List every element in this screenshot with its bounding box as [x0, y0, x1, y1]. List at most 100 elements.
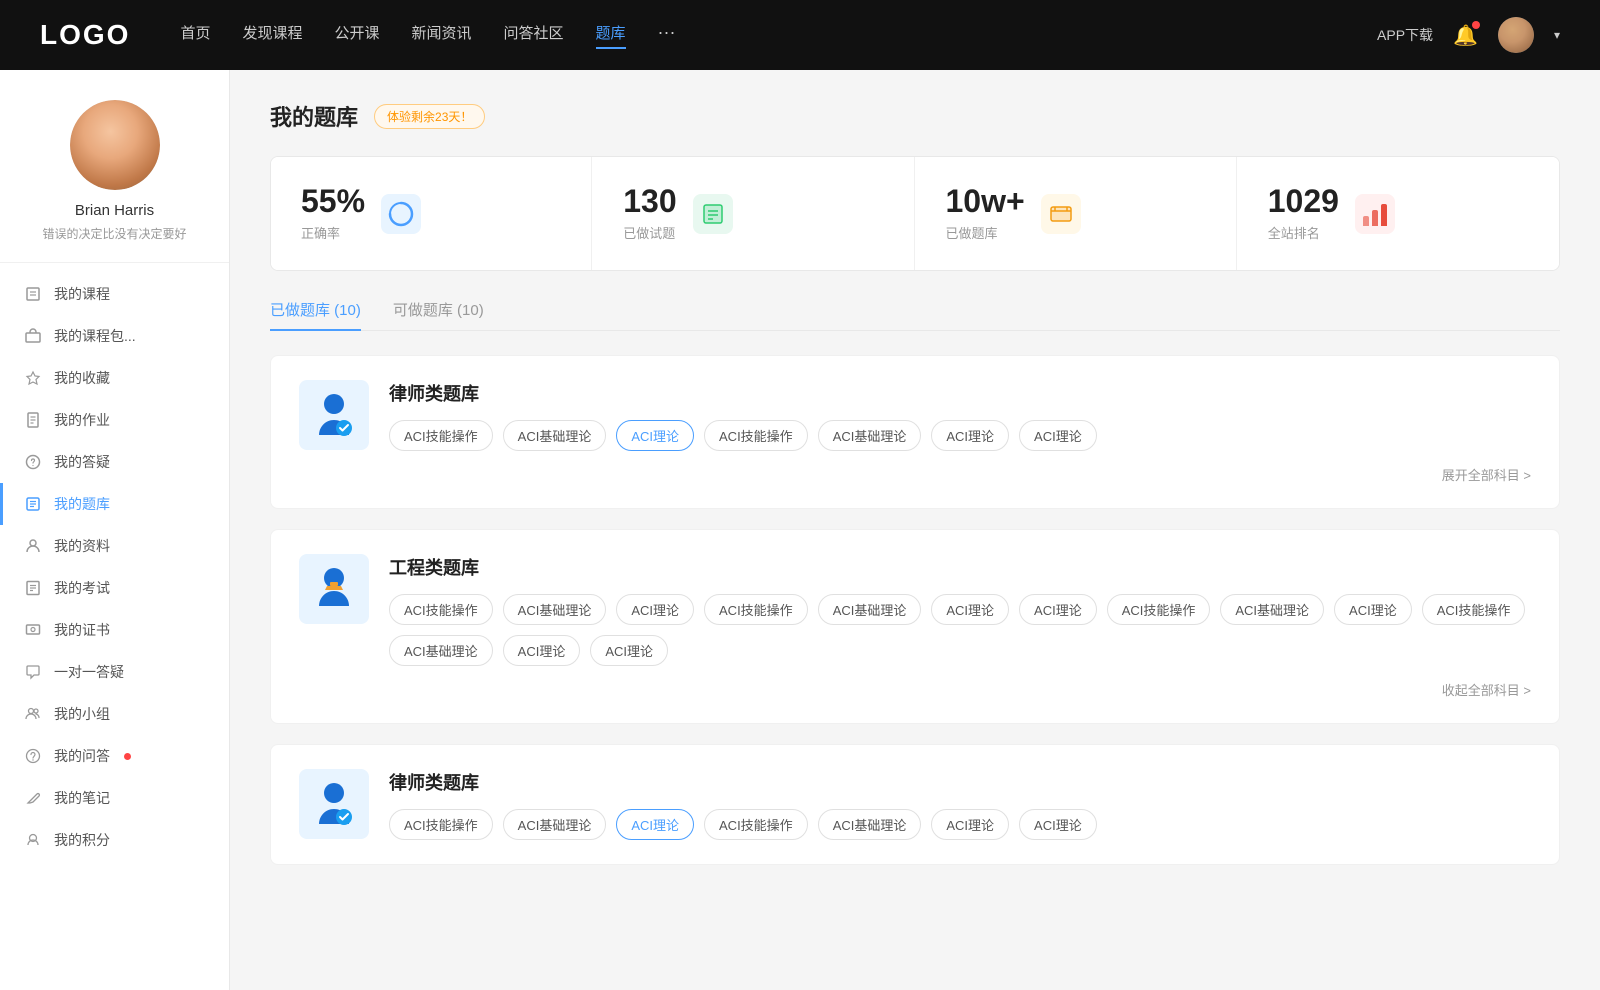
stat-label: 正确率 [301, 223, 365, 242]
nav-more[interactable]: ··· [658, 22, 676, 49]
tag-item[interactable]: ACI基础理论 [818, 809, 922, 840]
stat-number: 1029 [1268, 185, 1339, 217]
sidebar-item-course-package[interactable]: 我的课程包... [0, 315, 229, 357]
tag-item[interactable]: ACI技能操作 [1422, 594, 1526, 625]
qbank-icon-lawyer [299, 380, 369, 450]
sidebar: Brian Harris 错误的决定比没有决定要好 我的课程 [0, 70, 230, 990]
tab-done[interactable]: 已做题库 (10) [270, 299, 361, 330]
tag-item[interactable]: ACI基础理论 [389, 635, 493, 666]
qbank-card-lawyer-2: 律师类题库 ACI技能操作 ACI基础理论 ACI理论 ACI技能操作 ACI基… [270, 744, 1560, 865]
sidebar-label: 我的小组 [54, 704, 110, 724]
tag-item[interactable]: ACI技能操作 [704, 420, 808, 451]
tag-item[interactable]: ACI理论 [931, 809, 1009, 840]
tag-item[interactable]: ACI理论 [1019, 594, 1097, 625]
qbank-icon-engineer [299, 554, 369, 624]
sidebar-name: Brian Harris [20, 202, 209, 219]
app-download[interactable]: APP下载 [1377, 25, 1433, 45]
qbank-header: 律师类题库 ACI技能操作 ACI基础理论 ACI理论 ACI技能操作 ACI基… [299, 380, 1531, 484]
qbank-tags: ACI技能操作 ACI基础理论 ACI理论 ACI技能操作 ACI基础理论 AC… [389, 420, 1531, 451]
sidebar-item-favorites[interactable]: 我的收藏 [0, 357, 229, 399]
tag-item[interactable]: ACI理论 [590, 635, 668, 666]
exam-icon [24, 579, 42, 597]
sidebar-profile: Brian Harris 错误的决定比没有决定要好 [0, 100, 229, 263]
package-icon [24, 327, 42, 345]
qbank-tags: ACI技能操作 ACI基础理论 ACI理论 ACI技能操作 ACI基础理论 AC… [389, 594, 1531, 666]
nav-open-course[interactable]: 公开课 [334, 22, 379, 49]
notification-bell[interactable]: 🔔 [1453, 23, 1478, 48]
qbank-card-lawyer-1: 律师类题库 ACI技能操作 ACI基础理论 ACI理论 ACI技能操作 ACI基… [270, 355, 1560, 509]
qbank-info: 工程类题库 ACI技能操作 ACI基础理论 ACI理论 ACI技能操作 ACI基… [389, 554, 1531, 699]
myqa-icon [24, 747, 42, 765]
tag-item[interactable]: ACI基础理论 [1220, 594, 1324, 625]
sidebar-label: 我的考试 [54, 578, 110, 598]
tag-item[interactable]: ACI技能操作 [704, 809, 808, 840]
sidebar-item-profile[interactable]: 我的资料 [0, 525, 229, 567]
tag-item-active[interactable]: ACI理论 [616, 420, 694, 451]
sidebar-item-certificate[interactable]: 我的证书 [0, 609, 229, 651]
tag-item[interactable]: ACI技能操作 [704, 594, 808, 625]
nav-qbank[interactable]: 题库 [596, 22, 626, 49]
stat-number: 10w+ [946, 185, 1025, 217]
qbank-header: 律师类题库 ACI技能操作 ACI基础理论 ACI理论 ACI技能操作 ACI基… [299, 769, 1531, 840]
stat-label: 已做题库 [946, 223, 1025, 242]
tag-item[interactable]: ACI技能操作 [389, 594, 493, 625]
qbank-title: 律师类题库 [389, 769, 1531, 795]
stat-ranking: 1029 全站排名 [1238, 157, 1559, 270]
sidebar-item-myqa[interactable]: 我的问答 [0, 735, 229, 777]
profile-caret[interactable]: ▾ [1554, 28, 1560, 42]
tag-item[interactable]: ACI基础理论 [503, 420, 607, 451]
sidebar-item-qa[interactable]: 我的答疑 [0, 441, 229, 483]
sidebar-label: 我的题库 [54, 494, 110, 514]
unread-dot [124, 753, 131, 760]
sidebar-item-notes[interactable]: 我的笔记 [0, 777, 229, 819]
tabs: 已做题库 (10) 可做题库 (10) [270, 299, 1560, 331]
sidebar-item-exam[interactable]: 我的考试 [0, 567, 229, 609]
tab-todo[interactable]: 可做题库 (10) [393, 299, 484, 330]
profile-icon [24, 537, 42, 555]
qbank-header: 工程类题库 ACI技能操作 ACI基础理论 ACI理论 ACI技能操作 ACI基… [299, 554, 1531, 699]
expand-button[interactable]: 展开全部科目 > [389, 465, 1531, 484]
qbank-info: 律师类题库 ACI技能操作 ACI基础理论 ACI理论 ACI技能操作 ACI基… [389, 380, 1531, 484]
sidebar-label: 我的收藏 [54, 368, 110, 388]
tag-item[interactable]: ACI技能操作 [389, 809, 493, 840]
tag-item[interactable]: ACI理论 [931, 420, 1009, 451]
stat-text: 55% 正确率 [301, 185, 365, 242]
sidebar-item-homework[interactable]: 我的作业 [0, 399, 229, 441]
tag-item[interactable]: ACI基础理论 [818, 594, 922, 625]
accuracy-icon [381, 194, 421, 234]
nav-qa[interactable]: 问答社区 [504, 22, 564, 49]
tag-item[interactable]: ACI理论 [931, 594, 1009, 625]
nav-home[interactable]: 首页 [180, 22, 210, 49]
nav-news[interactable]: 新闻资讯 [412, 22, 472, 49]
tag-item[interactable]: ACI技能操作 [389, 420, 493, 451]
page-title: 我的题库 [270, 100, 358, 132]
navbar: LOGO 首页 发现课程 公开课 新闻资讯 问答社区 题库 ··· APP下载 … [0, 0, 1600, 70]
bar2 [1372, 210, 1378, 226]
sidebar-item-my-courses[interactable]: 我的课程 [0, 273, 229, 315]
sidebar-item-points[interactable]: 我的积分 [0, 819, 229, 861]
tag-item-active[interactable]: ACI理论 [616, 809, 694, 840]
tag-item[interactable]: ACI基础理论 [818, 420, 922, 451]
stat-text: 130 已做试题 [623, 185, 676, 242]
sidebar-item-1on1[interactable]: 一对一答疑 [0, 651, 229, 693]
sidebar-avatar [70, 100, 160, 190]
avatar[interactable] [1498, 17, 1534, 53]
tag-item[interactable]: ACI技能操作 [1107, 594, 1211, 625]
nav-courses[interactable]: 发现课程 [242, 22, 302, 49]
tag-item[interactable]: ACI理论 [503, 635, 581, 666]
tag-item[interactable]: ACI理论 [1019, 420, 1097, 451]
tag-item[interactable]: ACI理论 [1019, 809, 1097, 840]
tag-item[interactable]: ACI基础理论 [503, 594, 607, 625]
tag-item[interactable]: ACI理论 [616, 594, 694, 625]
sidebar-item-group[interactable]: 我的小组 [0, 693, 229, 735]
collapse-button[interactable]: 收起全部科目 > [389, 680, 1531, 699]
qbank-card-engineer: 工程类题库 ACI技能操作 ACI基础理论 ACI理论 ACI技能操作 ACI基… [270, 529, 1560, 724]
tag-item[interactable]: ACI基础理论 [503, 809, 607, 840]
qbank-icon [24, 495, 42, 513]
points-icon [24, 831, 42, 849]
logo: LOGO [40, 19, 130, 51]
tag-item[interactable]: ACI理论 [1334, 594, 1412, 625]
qbank-title: 工程类题库 [389, 554, 1531, 580]
sidebar-item-qbank[interactable]: 我的题库 [0, 483, 229, 525]
star-icon [24, 369, 42, 387]
